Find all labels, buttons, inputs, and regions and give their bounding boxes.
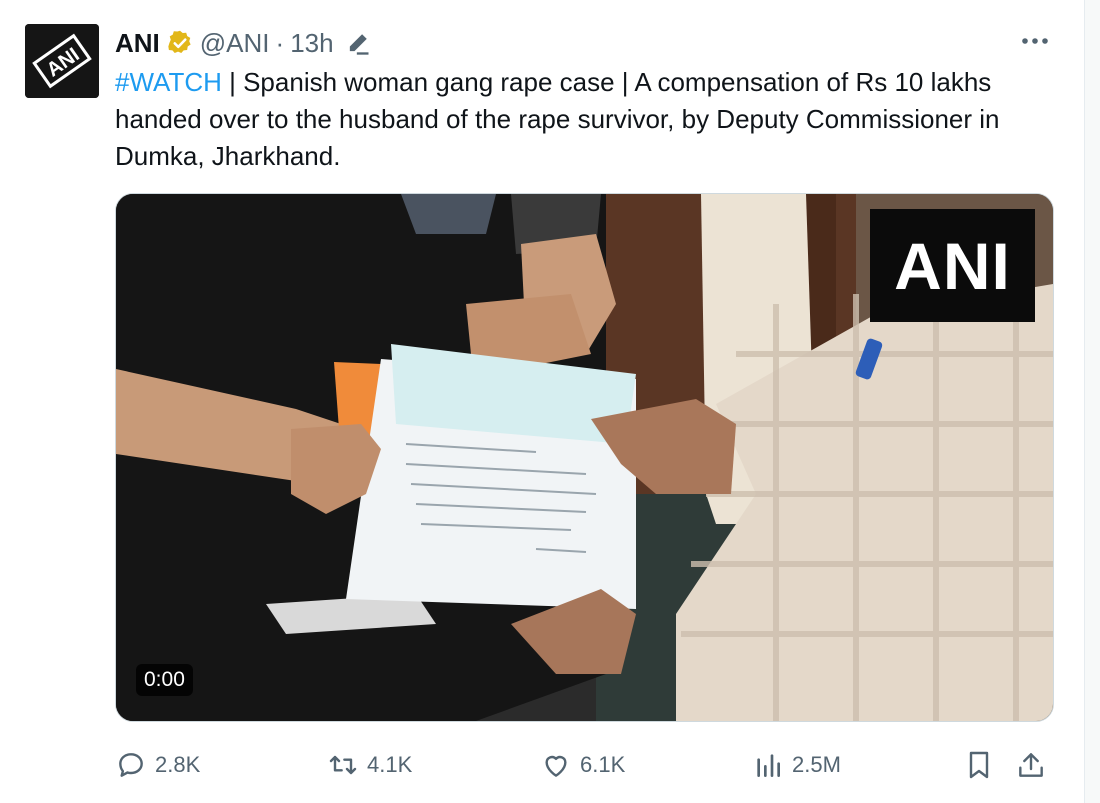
share-icon bbox=[1019, 753, 1043, 777]
video-player[interactable]: ANI 0:00 bbox=[115, 193, 1054, 722]
bookmark-button[interactable] bbox=[963, 745, 1003, 785]
reply-count: 2.8K bbox=[155, 752, 201, 777]
view-count: 2.5M bbox=[792, 752, 841, 777]
reply-button[interactable]: 2.8K bbox=[115, 745, 200, 785]
bookmark-icon bbox=[969, 751, 989, 779]
tweet-actions: 2.8K 4.1K 6.1K 2.5M bbox=[115, 745, 1055, 785]
hashtag-link[interactable]: #WATCH bbox=[115, 67, 222, 97]
author-avatar[interactable]: ANI bbox=[25, 24, 99, 98]
like-button[interactable]: 6.1K bbox=[540, 745, 625, 785]
views-chart-icon bbox=[757, 754, 780, 777]
edited-pencil-icon[interactable] bbox=[344, 29, 372, 57]
ani-watermark: ANI bbox=[870, 209, 1035, 322]
tweet-card[interactable]: ANI ANI @ANI · 13h #WATCH | Spanish woma… bbox=[0, 0, 1085, 803]
retweet-count: 4.1K bbox=[367, 752, 413, 777]
tweet-header: ANI @ANI · 13h bbox=[115, 26, 372, 60]
ani-avatar-logo: ANI bbox=[25, 24, 99, 98]
tweet-text: #WATCH | Spanish woman gang rape case | … bbox=[115, 64, 1060, 175]
tweet-body: | Spanish woman gang rape case | A compe… bbox=[115, 67, 1000, 171]
retweet-icon bbox=[329, 755, 357, 775]
author-name[interactable]: ANI bbox=[115, 28, 160, 59]
separator-dot: · bbox=[275, 27, 285, 58]
like-count: 6.1K bbox=[580, 752, 626, 777]
share-button[interactable] bbox=[1015, 745, 1055, 785]
heart-icon bbox=[545, 755, 567, 777]
views-button[interactable]: 2.5M bbox=[752, 745, 841, 785]
tweet-timestamp[interactable]: 13h bbox=[290, 28, 333, 59]
more-options-button[interactable] bbox=[1018, 26, 1052, 56]
retweet-button[interactable]: 4.1K bbox=[327, 745, 412, 785]
more-options-icon bbox=[1022, 38, 1048, 44]
reply-icon bbox=[119, 753, 143, 777]
video-timestamp: 0:00 bbox=[136, 664, 193, 696]
verified-badge-icon[interactable] bbox=[166, 29, 194, 57]
author-handle[interactable]: @ANI bbox=[200, 28, 270, 59]
